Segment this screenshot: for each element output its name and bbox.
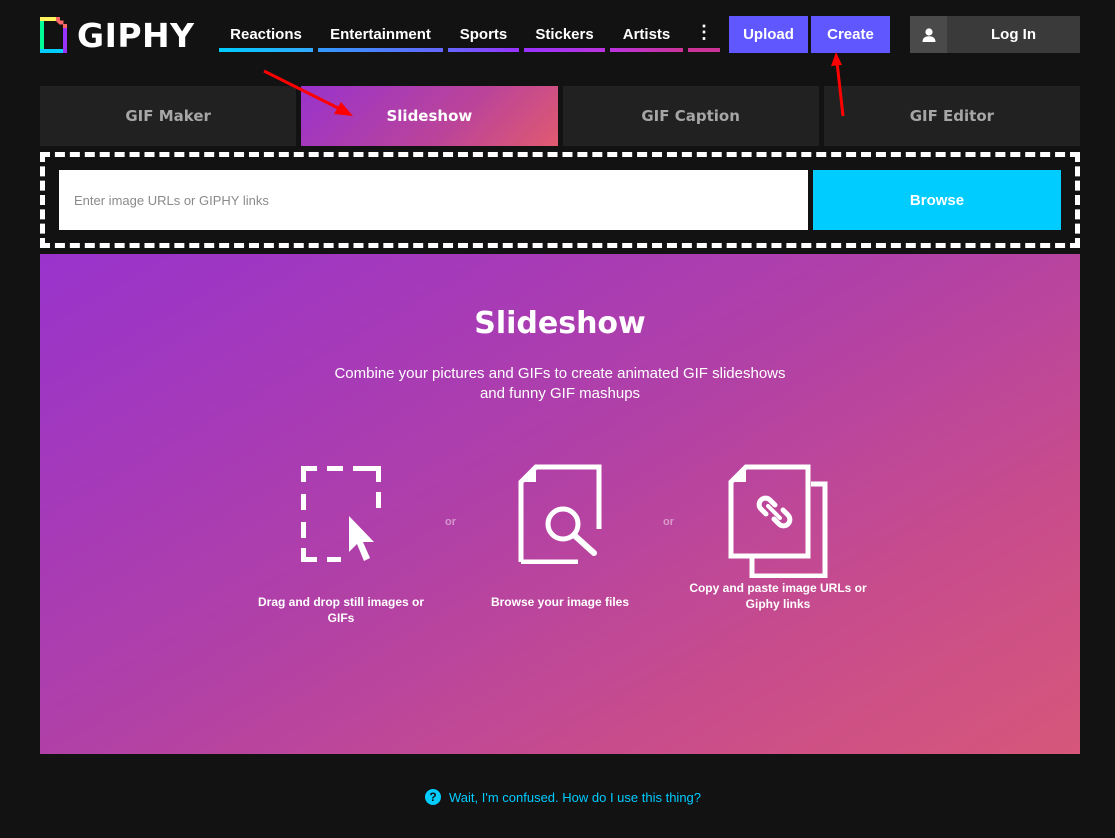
nav-underline <box>610 48 683 52</box>
login-label: Log In <box>991 26 1036 43</box>
nav-underline <box>219 48 313 52</box>
help-link-label: Wait, I'm confused. How do I use this th… <box>449 789 702 805</box>
nav-label: Entertainment <box>330 26 431 43</box>
create-button[interactable]: Create <box>811 16 890 53</box>
slideshow-panel[interactable]: Slideshow Combine your pictures and GIFs… <box>40 254 1080 754</box>
option-caption: Browse your image files <box>470 594 650 610</box>
tab-slideshow[interactable]: Slideshow <box>301 86 558 146</box>
option-browse-files[interactable]: Browse your image files <box>470 464 650 610</box>
panel-description: Combine your pictures and GIFs to create… <box>40 364 1080 404</box>
option-copy-paste-urls: Copy and paste image URLs or Giphy links <box>688 464 868 612</box>
tab-gif-editor[interactable]: GIF Editor <box>823 86 1080 146</box>
nav-label: Stickers <box>535 26 594 43</box>
caption-line: Giphy links <box>745 597 811 611</box>
user-icon <box>910 16 947 53</box>
nav-underline <box>688 48 720 52</box>
tab-gif-maker[interactable]: GIF Maker <box>40 86 297 146</box>
caption-line: Browse your image files <box>490 595 630 609</box>
nav-item-stickers[interactable]: Stickers <box>524 20 605 52</box>
more-vertical-icon: ⋮ <box>695 22 713 42</box>
nav-label: Artists <box>622 26 671 43</box>
nav-label: Reactions <box>230 26 302 43</box>
giphy-logo[interactable]: GIPHY <box>40 15 195 55</box>
creation-tabs: GIF Maker Slideshow GIF Caption GIF Edit… <box>40 86 1080 146</box>
category-nav: Reactions Entertainment Sports Stickers … <box>219 20 725 52</box>
browse-file-icon <box>470 464 650 564</box>
drag-drop-icon <box>251 464 431 564</box>
nav-underline <box>448 48 519 52</box>
nav-label: Sports <box>459 26 508 43</box>
option-caption: Copy and paste image URLs or Giphy links <box>688 580 868 612</box>
giphy-logo-icon <box>40 17 67 53</box>
panel-title: Slideshow <box>474 306 646 341</box>
link-files-icon <box>688 464 868 578</box>
tab-gif-caption[interactable]: GIF Caption <box>562 86 819 146</box>
nav-item-sports[interactable]: Sports <box>448 20 519 52</box>
login-button[interactable]: Log In <box>910 16 1080 53</box>
upload-button[interactable]: Upload <box>729 16 808 53</box>
description-line: Combine your pictures and GIFs to create… <box>334 365 786 382</box>
nav-item-artists[interactable]: Artists <box>610 20 683 52</box>
nav-more-button[interactable]: ⋮ <box>688 20 720 52</box>
caption-line: Copy and paste image URLs or <box>689 581 867 595</box>
browse-button[interactable]: Browse <box>813 170 1061 230</box>
nav-underline <box>524 48 605 52</box>
nav-underline <box>318 48 443 52</box>
help-link[interactable]: ? Wait, I'm confused. How do I use this … <box>425 789 701 805</box>
option-caption: Drag and drop still images or GIFs <box>251 594 431 626</box>
logo-text: GIPHY <box>77 15 195 55</box>
nav-item-reactions[interactable]: Reactions <box>219 20 313 52</box>
image-url-input[interactable] <box>59 170 808 230</box>
caption-line: GIFs <box>327 611 355 625</box>
or-separator: or <box>663 516 674 528</box>
nav-item-entertainment[interactable]: Entertainment <box>318 20 443 52</box>
caption-line: Drag and drop still images or <box>257 595 425 609</box>
or-separator: or <box>445 516 456 528</box>
question-icon: ? <box>425 789 441 805</box>
description-line: and funny GIF mashups <box>479 385 641 402</box>
option-drag-drop: Drag and drop still images or GIFs <box>251 464 431 626</box>
